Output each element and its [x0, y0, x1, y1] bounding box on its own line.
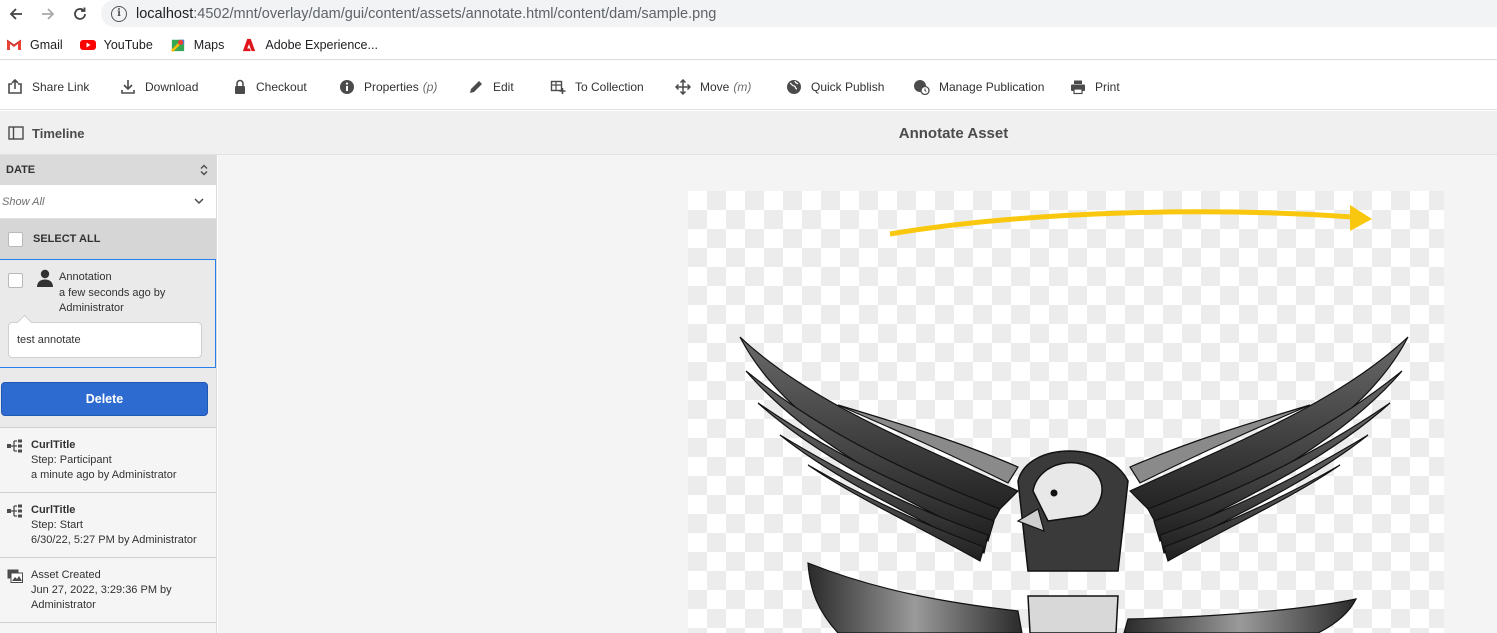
event-title: CurlTitle	[31, 439, 76, 451]
bookmarks-bar: Gmail YouTube Maps Adobe Experience...	[0, 30, 1497, 60]
event-meta: a minute ago by Administrator	[31, 469, 177, 481]
asset-created-icon	[7, 569, 23, 583]
eagle-emblem-image	[739, 205, 1409, 633]
event-detail: Step: Start	[31, 519, 83, 531]
annotation-meta-time: a few seconds ago by	[59, 286, 166, 299]
browser-toolbar: i localhost:4502/mnt/overlay/dam/gui/con…	[0, 0, 1497, 27]
download-icon	[121, 79, 135, 94]
collection-add-icon	[550, 80, 566, 94]
timeline-rail: DATE Show All SELECT ALL Annotation a fe…	[0, 155, 217, 633]
share-icon	[8, 78, 22, 94]
annotation-meta-user: Administrator	[59, 302, 124, 314]
pencil-icon	[470, 80, 482, 93]
lock-icon	[235, 79, 245, 94]
printer-icon	[1071, 80, 1085, 94]
back-button[interactable]	[0, 0, 32, 27]
gmail-icon	[6, 39, 22, 50]
bookmark-maps[interactable]: Maps	[170, 38, 224, 52]
action-bar: Share Link Download Checkout Properties(…	[0, 64, 1497, 110]
select-all-checkbox[interactable]	[8, 231, 23, 247]
forward-arrow-icon	[42, 7, 55, 20]
timeline-event[interactable]: Asset Created Jun 27, 2022, 3:29:36 PM b…	[0, 558, 216, 623]
event-detail: Step: Participant	[31, 454, 112, 466]
timeline-event[interactable]: CurlTitle Step: Participant a minute ago…	[0, 428, 216, 493]
site-info-icon[interactable]: i	[111, 5, 127, 22]
url-text: localhost:4502/mnt/overlay/dam/gui/conte…	[136, 5, 717, 22]
timeline-event[interactable]: CurlTitle Step: Start 6/30/22, 5:27 PM b…	[0, 493, 216, 558]
move-arrows-icon	[675, 78, 691, 95]
event-title: Asset Created	[31, 569, 101, 581]
event-meta: 6/30/22, 5:27 PM by Administrator	[31, 534, 197, 546]
properties-button[interactable]: Properties (p)	[339, 64, 468, 110]
checkout-button[interactable]: Checkout	[233, 64, 339, 110]
globe-icon	[787, 79, 801, 94]
timeline-filter-select[interactable]: Show All	[0, 185, 216, 219]
workflow-icon	[7, 504, 22, 518]
address-bar[interactable]: i localhost:4502/mnt/overlay/dam/gui/con…	[101, 0, 1497, 27]
reload-icon	[74, 7, 86, 20]
to-collection-button[interactable]: To Collection	[550, 64, 675, 110]
event-title: CurlTitle	[31, 504, 76, 516]
back-arrow-icon	[9, 7, 22, 20]
globe-clock-icon	[914, 79, 930, 95]
download-button[interactable]: Download	[120, 64, 233, 110]
bookmark-youtube[interactable]: YouTube	[79, 38, 153, 52]
bookmark-gmail[interactable]: Gmail	[6, 38, 63, 52]
bookmark-adobe-experience[interactable]: Adobe Experience...	[241, 38, 378, 52]
move-button[interactable]: Move (m)	[675, 64, 786, 110]
info-circle-icon	[340, 79, 354, 94]
title-bar: Timeline Annotate Asset	[0, 111, 1497, 155]
chevron-down-icon	[194, 198, 204, 205]
sort-chevrons-icon	[200, 164, 208, 176]
reload-button[interactable]	[64, 0, 96, 27]
edit-button[interactable]: Edit	[468, 64, 550, 110]
annotation-comment: test annotate	[8, 322, 202, 358]
date-sort-header[interactable]: DATE	[0, 155, 216, 185]
forward-button[interactable]	[32, 0, 64, 27]
adobe-icon	[243, 38, 256, 51]
asset-image[interactable]	[688, 191, 1444, 633]
annotation-item[interactable]: Annotation a few seconds ago by Administ…	[0, 259, 216, 368]
page-title: Annotate Asset	[898, 124, 1009, 142]
select-all-row[interactable]: SELECT ALL	[0, 219, 216, 259]
share-link-button[interactable]: Share Link	[7, 64, 120, 110]
annotation-checkbox[interactable]	[8, 273, 23, 288]
annotation-title: Annotation	[59, 271, 112, 283]
maps-icon	[170, 39, 184, 52]
quick-publish-button[interactable]: Quick Publish	[786, 64, 913, 110]
youtube-icon	[79, 39, 96, 50]
user-icon	[37, 269, 53, 287]
event-meta: Administrator	[31, 599, 96, 611]
print-button[interactable]: Print	[1070, 64, 1150, 110]
manage-publication-button[interactable]: Manage Publication	[913, 64, 1070, 110]
event-detail: Jun 27, 2022, 3:29:36 PM by	[31, 584, 172, 596]
workflow-icon	[7, 439, 22, 453]
delete-button[interactable]: Delete	[1, 382, 208, 416]
